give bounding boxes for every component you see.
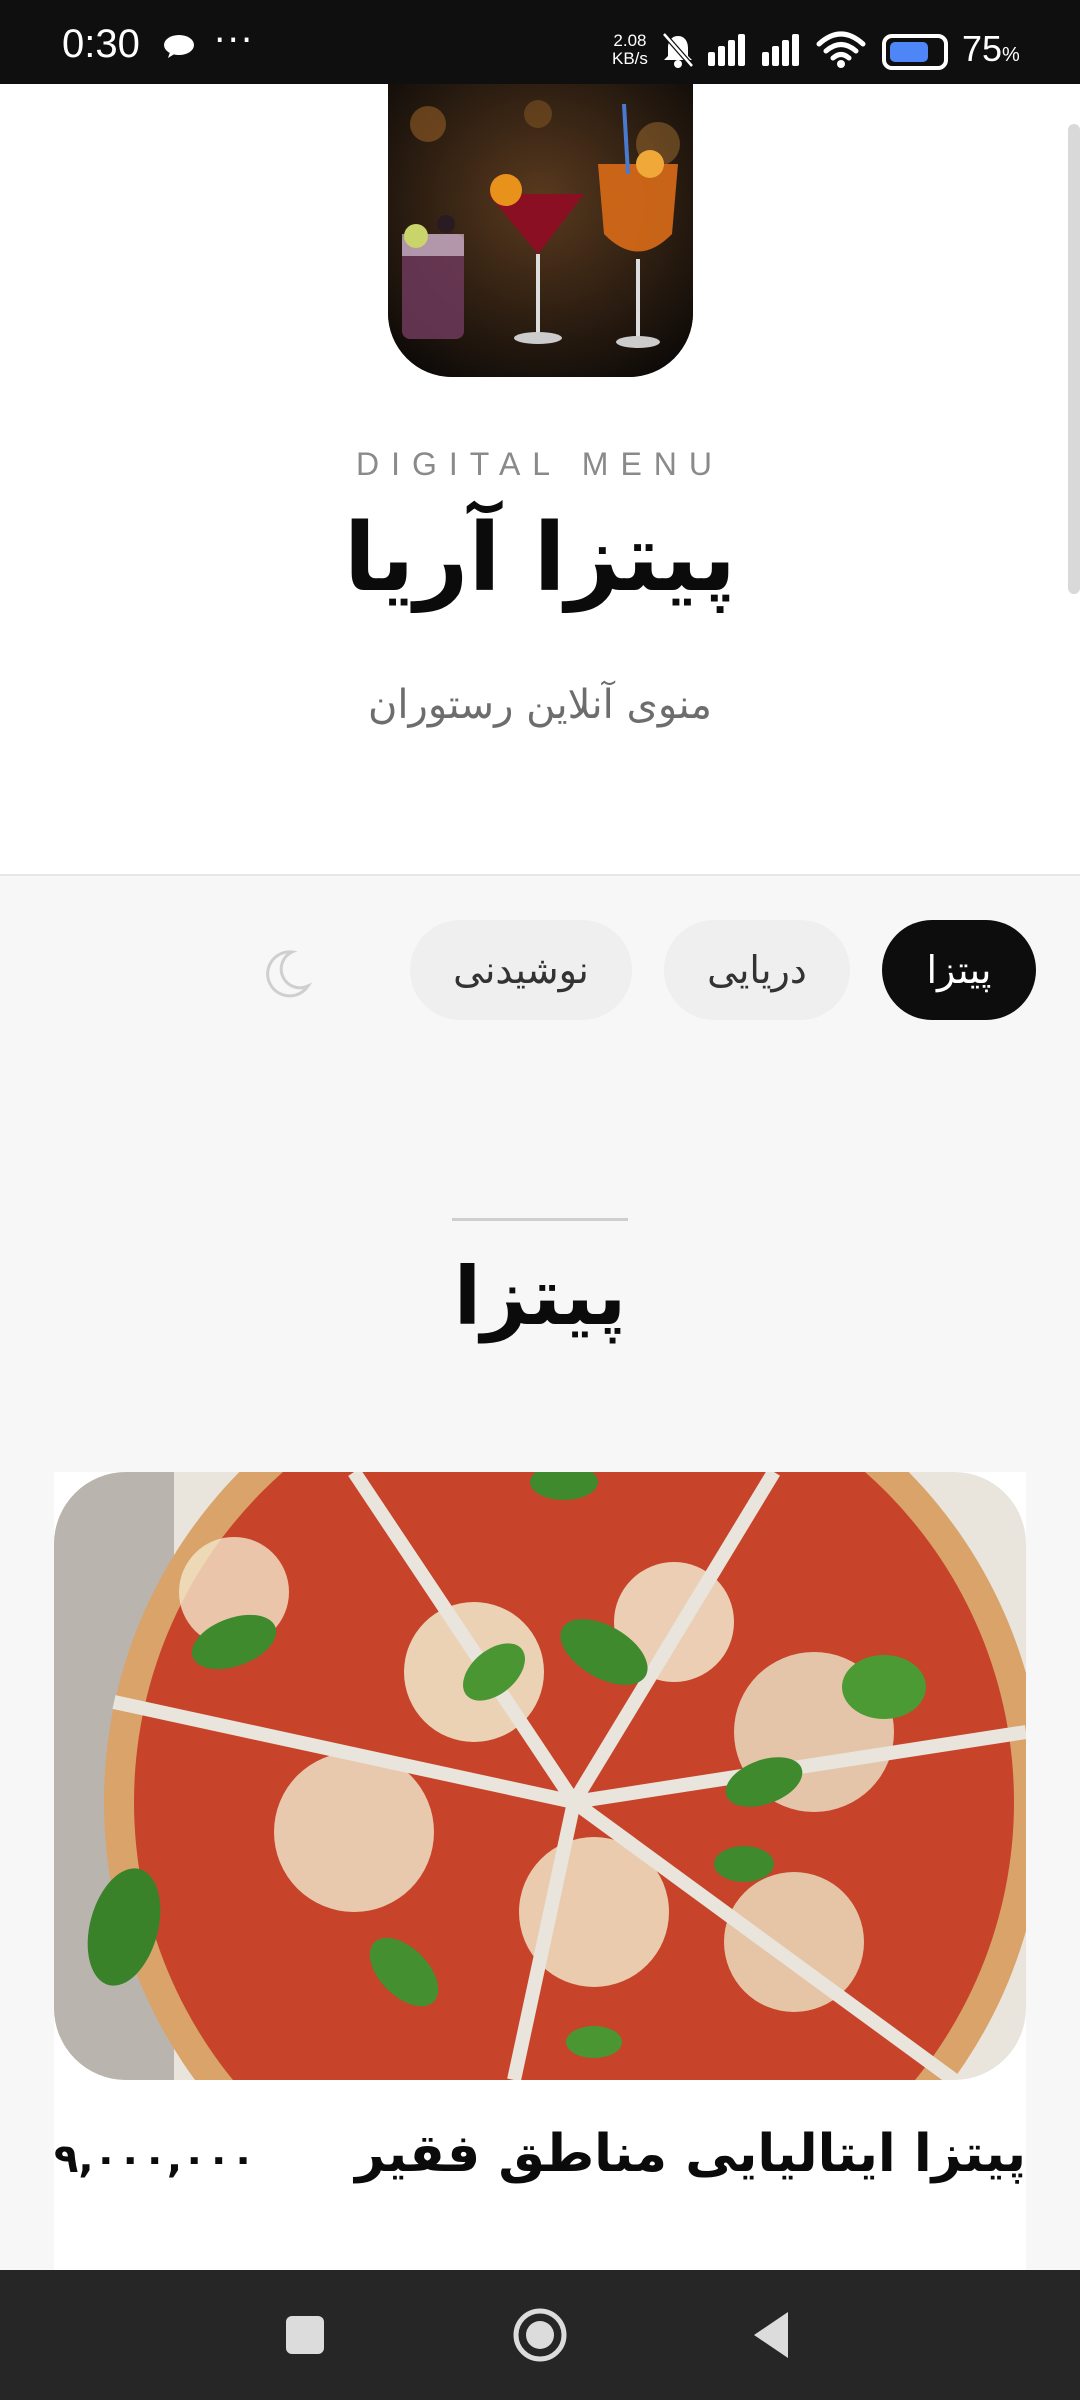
signal-icon xyxy=(708,34,745,66)
menu-item-price: ۹,۰۰۰,۰۰۰ xyxy=(54,2136,256,2182)
menu-item-card[interactable]: پیتزا ایتالیایی مناطق فقیر ۹,۰۰۰,۰۰۰ xyxy=(54,1472,1026,2272)
scrollbar[interactable] xyxy=(1068,124,1080,594)
restaurant-header: DIGITAL MENU پیتزا آریا منوی آنلاین رستو… xyxy=(0,84,1080,876)
mute-icon xyxy=(662,32,694,68)
status-time: 0:30 xyxy=(62,22,140,66)
restaurant-logo xyxy=(388,84,693,377)
battery-percent: 75% xyxy=(962,28,1020,69)
category-tabs: پیتزا دریایی نوشیدنی xyxy=(0,920,1080,1020)
status-bar: 0:30 ··· 2.08 KB/s 75% xyxy=(0,0,1080,84)
moon-icon[interactable] xyxy=(258,946,314,1002)
section-title: پیتزا xyxy=(453,1250,627,1343)
menu-item-image xyxy=(54,1472,1026,2080)
system-nav-bar xyxy=(0,2270,1080,2400)
battery-level xyxy=(890,42,928,62)
back-icon[interactable] xyxy=(748,2270,794,2400)
chat-icon xyxy=(164,35,194,58)
menu-item-name: پیتزا ایتالیایی مناطق فقیر xyxy=(355,2124,1026,2184)
more-notifications-icon: ··· xyxy=(214,20,255,61)
network-speed-value: 2.08 xyxy=(613,31,647,50)
header-divider xyxy=(0,874,1080,876)
tab-pizza[interactable]: پیتزا xyxy=(882,920,1036,1020)
home-icon[interactable] xyxy=(510,2270,570,2400)
signal-icon xyxy=(762,34,799,66)
recents-icon[interactable] xyxy=(280,2270,330,2400)
restaurant-name: پیتزا آریا xyxy=(343,504,737,613)
wifi-icon xyxy=(816,31,866,68)
tab-drinks[interactable]: نوشیدنی xyxy=(410,920,632,1020)
network-speed-unit: KB/s xyxy=(612,49,648,68)
network-speed: 2.08 KB/s xyxy=(612,32,648,68)
battery-icon xyxy=(882,34,948,70)
tab-seafood[interactable]: دریایی xyxy=(664,920,850,1020)
digital-menu-label: DIGITAL MENU xyxy=(355,446,724,482)
restaurant-subtitle: منوی آنلاین رستوران xyxy=(368,682,712,728)
section-divider xyxy=(452,1218,628,1221)
